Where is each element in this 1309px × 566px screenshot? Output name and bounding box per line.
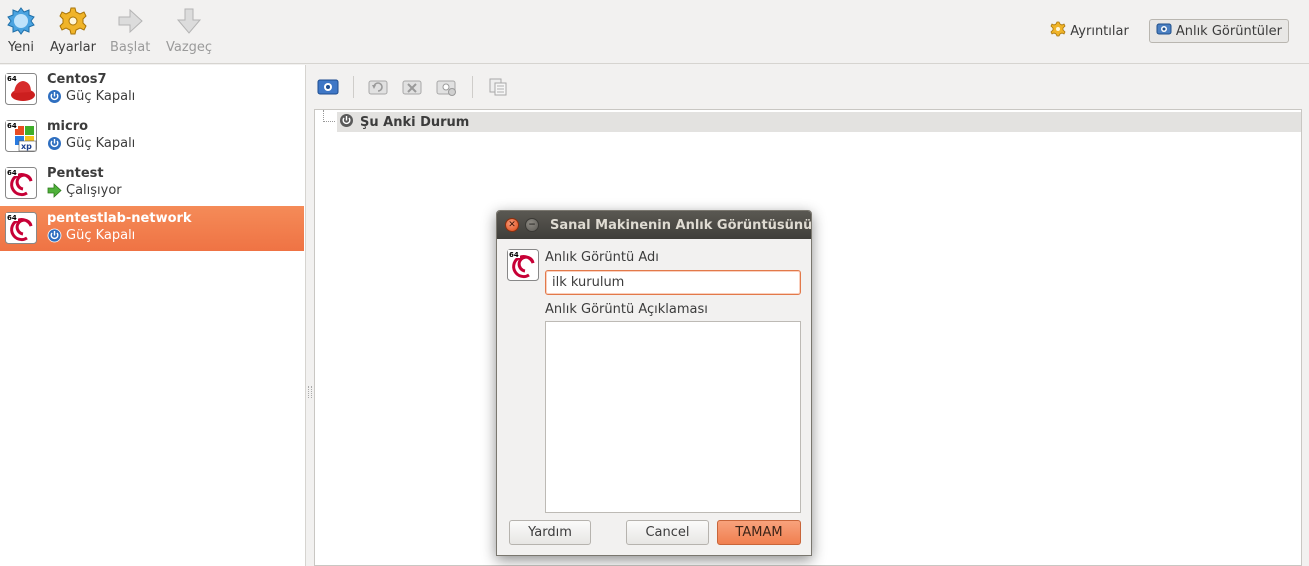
arch-tag: 64 (7, 169, 17, 177)
power-off-icon (47, 89, 62, 104)
vm-name: micro (47, 119, 89, 134)
ok-button[interactable]: TAMAM (717, 520, 801, 545)
vm-list: 64 Centos7 Güç Kapalı xp 64 micro Güç Ka… (0, 65, 306, 566)
snapshot-details-icon (436, 80, 456, 96)
discard-button[interactable]: Vazgeç (166, 4, 212, 55)
vm-state-label: Güç Kapalı (66, 136, 136, 151)
windows-xp-64-icon: xp 64 (5, 120, 37, 152)
snapshot-description-label: Anlık Görüntü Açıklaması (545, 302, 708, 317)
redhat-64-icon: 64 (5, 73, 37, 105)
delete-snapshot-button[interactable] (401, 75, 425, 99)
close-icon: ✕ (508, 220, 516, 230)
snapshot-toolbar (316, 72, 510, 102)
close-button[interactable]: ✕ (505, 218, 519, 232)
snapshot-name-label: Anlık Görüntü Adı (545, 250, 659, 265)
snapshot-details-button[interactable] (435, 75, 459, 99)
discard-label: Vazgeç (166, 40, 213, 55)
vm-item-micro[interactable]: xp 64 micro Güç Kapalı (0, 114, 304, 159)
power-off-icon (339, 113, 354, 132)
settings-button[interactable]: Ayarlar (50, 4, 96, 55)
settings-label: Ayarlar (50, 40, 96, 55)
delete-snapshot-icon (402, 80, 422, 95)
minimize-icon: − (528, 220, 536, 230)
power-off-icon (47, 228, 62, 243)
vm-state: Güç Kapalı (47, 89, 135, 104)
vm-state-label: Güç Kapalı (66, 89, 136, 104)
toolbar-separator (353, 76, 354, 98)
os-tag: xp (21, 142, 32, 151)
new-button[interactable]: Yeni (4, 4, 38, 55)
main-toolbar: Yeni Ayarlar Başlat Vazgeç Ayrıntılar An… (0, 0, 1309, 64)
vm-state-label: Çalışıyor (66, 183, 122, 198)
pane-splitter-handle[interactable] (308, 386, 312, 398)
debian-64-icon: 64 (5, 212, 37, 244)
vm-item-pentestlab-network[interactable]: 64 pentestlab-network Güç Kapalı (0, 206, 304, 251)
camera-icon (1156, 22, 1172, 40)
arrow-down-icon (172, 4, 206, 38)
arch-tag: 64 (509, 251, 519, 259)
take-snapshot-button[interactable] (316, 75, 340, 99)
current-state-row[interactable]: Şu Anki Durum (337, 112, 1301, 132)
new-label: Yeni (7, 40, 35, 55)
arch-tag: 64 (7, 122, 17, 130)
take-snapshot-dialog: ✕ − Sanal Makinenin Anlık Görüntüsünü Al… (496, 210, 812, 556)
help-button[interactable]: Yardım (509, 520, 591, 545)
vm-name: Pentest (47, 166, 104, 181)
dialog-titlebar[interactable]: ✕ − Sanal Makinenin Anlık Görüntüsünü Al (497, 211, 811, 239)
snapshot-description-textarea[interactable] (545, 321, 801, 513)
vm-name: pentestlab-network (47, 211, 192, 226)
arch-tag: 64 (7, 214, 17, 222)
minimize-button[interactable]: − (525, 218, 539, 232)
vm-state: Güç Kapalı (47, 136, 135, 151)
snapshot-name-input[interactable] (545, 270, 801, 295)
start-button[interactable]: Başlat (110, 4, 150, 55)
vm-item-pentest[interactable]: 64 Pentest Çalışıyor (0, 161, 304, 206)
running-arrow-icon (47, 183, 62, 198)
snapshots-button[interactable]: Anlık Görüntüler (1148, 19, 1289, 43)
vm-state: Çalışıyor (47, 183, 122, 198)
tree-connector (323, 110, 335, 122)
vm-item-centos7[interactable]: 64 Centos7 Güç Kapalı (0, 67, 304, 112)
arch-tag: 64 (7, 75, 17, 83)
clone-button[interactable] (486, 75, 510, 99)
restore-snapshot-button[interactable] (367, 75, 391, 99)
toolbar-separator (472, 76, 473, 98)
gear-icon (56, 4, 90, 38)
snapshots-label: Anlık Görüntüler (1175, 23, 1282, 39)
vm-state-label: Güç Kapalı (66, 228, 136, 243)
take-snapshot-icon (317, 79, 339, 95)
debian-64-icon: 64 (5, 167, 37, 199)
power-off-icon (47, 136, 62, 151)
details-gear-icon (1050, 21, 1066, 41)
vm-state: Güç Kapalı (47, 228, 135, 243)
arrow-right-icon (113, 4, 147, 38)
details-button[interactable]: Ayrıntılar (1044, 19, 1135, 43)
details-label: Ayrıntılar (1070, 23, 1129, 39)
restore-snapshot-icon (368, 80, 388, 95)
cancel-button[interactable]: Cancel (626, 520, 709, 545)
clone-icon (489, 78, 507, 96)
new-icon (4, 4, 38, 38)
vm-name: Centos7 (47, 72, 107, 87)
current-state-label: Şu Anki Durum (360, 114, 470, 130)
dialog-title: Sanal Makinenin Anlık Görüntüsünü Al (550, 218, 811, 233)
debian-64-icon: 64 (507, 249, 539, 281)
start-label: Başlat (110, 40, 151, 55)
